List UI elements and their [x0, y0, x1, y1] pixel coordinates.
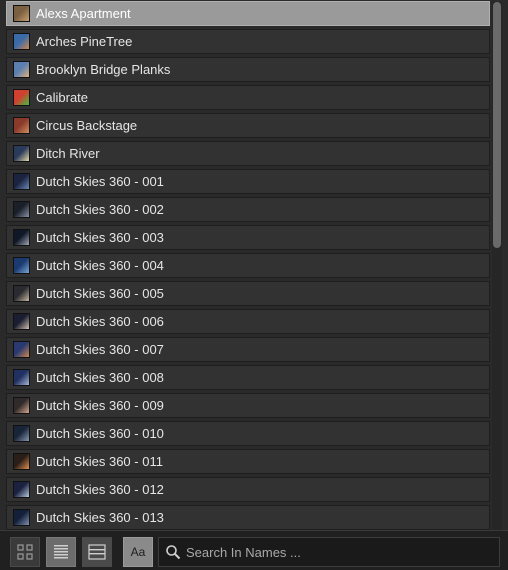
- list-item[interactable]: Dutch Skies 360 - 011: [6, 449, 490, 474]
- thumbnail-icon: [13, 341, 30, 358]
- asset-browser-panel: Alexs Apartment Arches PineTree Brooklyn B…: [0, 0, 508, 570]
- list-item-label: Circus Backstage: [36, 118, 138, 133]
- search-box[interactable]: [158, 537, 500, 567]
- search-icon: [166, 545, 181, 560]
- thumbnail-icon: [13, 61, 30, 78]
- detail-view-button[interactable]: [82, 537, 112, 567]
- list-item[interactable]: Alexs Apartment: [6, 1, 490, 26]
- grid-view-button[interactable]: [10, 537, 40, 567]
- list-item-label: Dutch Skies 360 - 001: [36, 174, 164, 189]
- list-item-label: Dutch Skies 360 - 003: [36, 230, 164, 245]
- thumbnail-icon: [13, 173, 30, 190]
- list-item-label: Dutch Skies 360 - 010: [36, 426, 164, 441]
- bottom-toolbar: Aa: [0, 530, 508, 570]
- list-item-label: Dutch Skies 360 - 011: [36, 454, 163, 469]
- list-item-label: Dutch Skies 360 - 007: [36, 342, 164, 357]
- list-item[interactable]: Dutch Skies 360 - 004: [6, 253, 490, 278]
- vertical-scrollbar[interactable]: [492, 2, 502, 530]
- detail-view-icon: [88, 544, 106, 560]
- thumbnail-icon: [13, 313, 30, 330]
- list-item-label: Dutch Skies 360 - 012: [36, 482, 164, 497]
- search-input[interactable]: [184, 543, 488, 561]
- thumbnail-icon: [13, 89, 30, 106]
- list-item[interactable]: Dutch Skies 360 - 013: [6, 505, 490, 530]
- thumbnail-icon: [13, 509, 30, 526]
- font-toggle-label: Aa: [130, 545, 146, 559]
- list-item[interactable]: Ditch River: [6, 141, 490, 166]
- thumbnail-icon: [13, 425, 30, 442]
- thumbnail-icon: [13, 145, 30, 162]
- list-item[interactable]: Brooklyn Bridge Planks: [6, 57, 490, 82]
- list-item-label: Alexs Apartment: [36, 6, 131, 21]
- list-item[interactable]: Dutch Skies 360 - 005: [6, 281, 490, 306]
- list-item[interactable]: Dutch Skies 360 - 001: [6, 169, 490, 194]
- grid-view-icon: [17, 544, 33, 560]
- list-item-label: Dutch Skies 360 - 004: [36, 258, 164, 273]
- list-item-label: Dutch Skies 360 - 006: [36, 314, 164, 329]
- list-item-label: Dutch Skies 360 - 009: [36, 398, 164, 413]
- list-item[interactable]: Dutch Skies 360 - 010: [6, 421, 490, 446]
- list-item[interactable]: Dutch Skies 360 - 002: [6, 197, 490, 222]
- list-item-label: Arches PineTree: [36, 34, 133, 49]
- thumbnail-icon: [13, 453, 30, 470]
- thumbnail-icon: [13, 5, 30, 22]
- list-view-icon: [54, 545, 68, 559]
- list-item-label: Calibrate: [36, 90, 89, 105]
- list-view-button[interactable]: [46, 537, 76, 567]
- list-item-label: Brooklyn Bridge Planks: [36, 62, 171, 77]
- list-item[interactable]: Dutch Skies 360 - 012: [6, 477, 490, 502]
- list-item[interactable]: Dutch Skies 360 - 009: [6, 393, 490, 418]
- asset-list[interactable]: Alexs Apartment Arches PineTree Brooklyn B…: [6, 1, 490, 531]
- thumbnail-icon: [13, 285, 30, 302]
- list-item[interactable]: Dutch Skies 360 - 006: [6, 309, 490, 334]
- list-item[interactable]: Arches PineTree: [6, 29, 490, 54]
- list-item[interactable]: Dutch Skies 360 - 003: [6, 225, 490, 250]
- thumbnail-icon: [13, 397, 30, 414]
- thumbnail-icon: [13, 33, 30, 50]
- font-toggle-button[interactable]: Aa: [123, 537, 153, 567]
- list-item[interactable]: Calibrate: [6, 85, 490, 110]
- thumbnail-icon: [13, 117, 30, 134]
- scrollbar-thumb[interactable]: [493, 2, 501, 248]
- list-item-label: Dutch Skies 360 - 008: [36, 370, 164, 385]
- list-item-label: Dutch Skies 360 - 005: [36, 286, 164, 301]
- thumbnail-icon: [13, 257, 30, 274]
- list-item[interactable]: Circus Backstage: [6, 113, 490, 138]
- list-item[interactable]: Dutch Skies 360 - 007: [6, 337, 490, 362]
- list-item-label: Dutch Skies 360 - 013: [36, 510, 164, 525]
- thumbnail-icon: [13, 369, 30, 386]
- thumbnail-icon: [13, 481, 30, 498]
- thumbnail-icon: [13, 201, 30, 218]
- list-item-label: Dutch Skies 360 - 002: [36, 202, 164, 217]
- thumbnail-icon: [13, 229, 30, 246]
- list-item-label: Ditch River: [36, 146, 100, 161]
- list-item[interactable]: Dutch Skies 360 - 008: [6, 365, 490, 390]
